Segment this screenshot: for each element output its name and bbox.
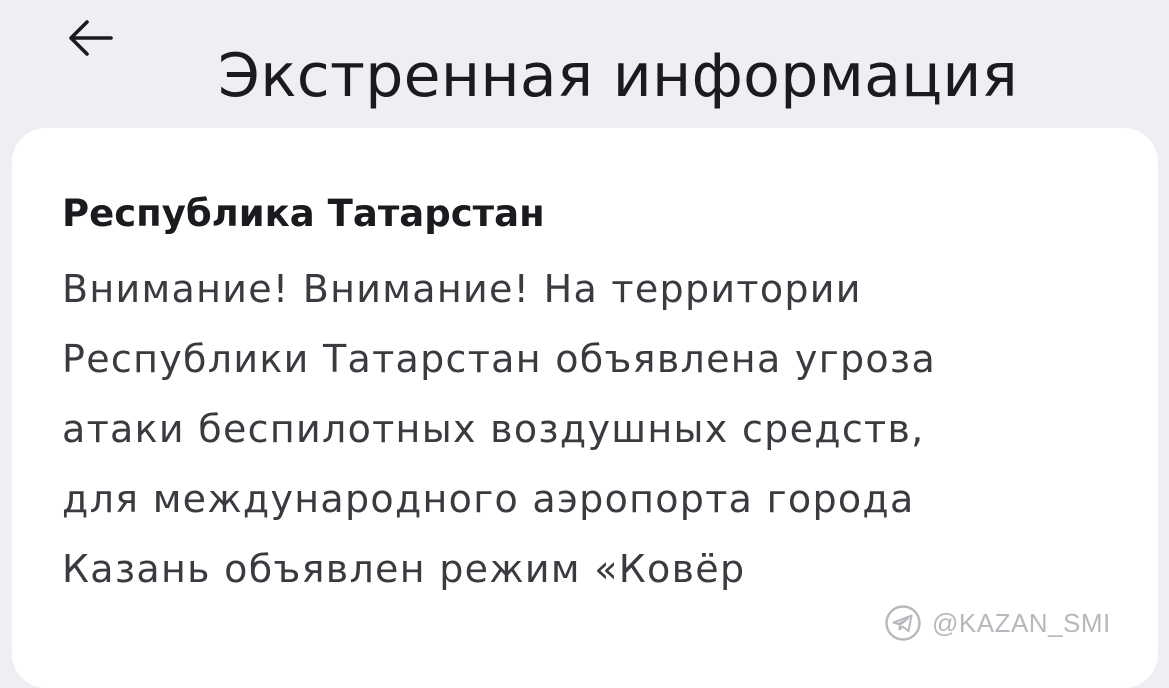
alert-message: Внимание! Внимание! На территории Респуб… xyxy=(62,254,1122,604)
telegram-icon xyxy=(885,605,921,641)
alert-message-line: Республики Татарстан объявлена угроза xyxy=(62,337,937,381)
page-title: Экстренная информация xyxy=(218,41,1019,112)
arrow-left-icon xyxy=(69,20,113,56)
alert-region-title: Республика Татарстан xyxy=(62,192,545,235)
alert-message-line: атаки беспилотных воздушных средств, xyxy=(62,407,925,451)
channel-watermark: @KAZAN_SMI xyxy=(884,603,1111,643)
alert-message-line: Казань объявлен режим «Ковёр xyxy=(62,547,746,591)
top-app-bar: Экстренная информация xyxy=(0,0,1169,111)
alert-message-line: Внимание! Внимание! На территории xyxy=(62,267,862,311)
watermark-handle: @KAZAN_SMI xyxy=(932,607,1111,638)
back-button[interactable] xyxy=(52,4,128,72)
alert-message-line: для международного аэропорта города xyxy=(62,477,915,521)
